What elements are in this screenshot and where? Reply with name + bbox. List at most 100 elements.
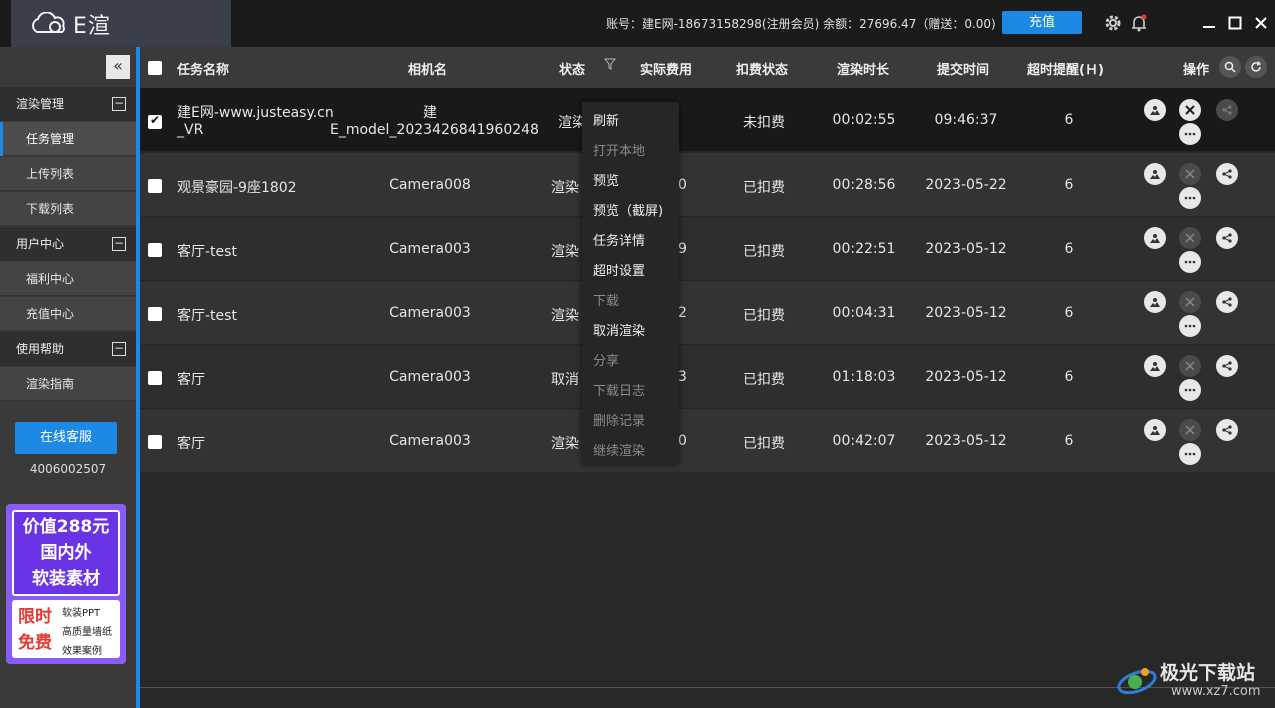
recharge-button[interactable]: 充值 xyxy=(1002,11,1082,34)
close-icon[interactable] xyxy=(1250,12,1272,34)
sidebar-item-task-management[interactable]: 任务管理 xyxy=(0,122,136,156)
row-checkbox[interactable] xyxy=(148,179,162,193)
menu-item-share[interactable]: 分享 xyxy=(593,350,619,369)
minimize-icon[interactable] xyxy=(1198,12,1220,34)
table-row[interactable]: 观景豪园-9座1802 Camera008 渲染 0 已扣费 00:28:56 … xyxy=(140,153,1275,217)
preview-image-icon[interactable] xyxy=(1144,227,1166,249)
actual-cost: 0 xyxy=(678,433,687,449)
cancel-icon[interactable] xyxy=(1179,355,1201,377)
more-icon[interactable] xyxy=(1179,187,1201,209)
menu-item-timeout-settings[interactable]: 超时设置 xyxy=(593,260,645,279)
refresh-icon[interactable] xyxy=(1245,56,1267,78)
menu-item-refresh[interactable]: 刷新 xyxy=(593,110,619,129)
menu-item-download[interactable]: 下载 xyxy=(593,290,619,309)
camera-name: Camera003 xyxy=(389,433,471,449)
col-timeout-reminder[interactable]: 超时提醒(Ｈ) xyxy=(1027,59,1104,78)
menu-item-delete-record[interactable]: 删除记录 xyxy=(593,410,645,429)
menu-item-task-details[interactable]: 任务详情 xyxy=(593,230,645,249)
promo-badge-line: 免费 xyxy=(18,633,52,653)
row-checkbox[interactable] xyxy=(148,243,162,257)
collapse-group-icon[interactable]: − xyxy=(112,342,126,356)
task-name: 客厅 xyxy=(177,372,205,388)
menu-item-resume-render[interactable]: 继续渲染 xyxy=(593,440,645,459)
table-row[interactable]: 客厅-test Camera003 渲染 9 已扣费 00:22:51 2023… xyxy=(140,217,1275,281)
sidebar-group-render-management[interactable]: 渲染管理 − xyxy=(0,87,136,121)
row-checkbox[interactable] xyxy=(148,307,162,321)
more-icon[interactable] xyxy=(1179,379,1201,401)
task-table: 任务名称 相机名 状态 实际费用 扣费状态 渲染时长 提交时间 超时提醒(Ｈ) … xyxy=(140,47,1275,708)
more-icon[interactable] xyxy=(1179,123,1201,145)
more-icon[interactable] xyxy=(1179,251,1201,273)
online-service-button[interactable]: 在线客服 xyxy=(15,422,117,454)
preview-image-icon[interactable] xyxy=(1144,163,1166,185)
render-duration: 00:04:31 xyxy=(832,305,896,321)
sidebar-item-download-list[interactable]: 下载列表 xyxy=(0,192,136,226)
sidebar-item-label: 渲染指南 xyxy=(26,377,75,391)
col-task-name[interactable]: 任务名称 xyxy=(177,59,229,78)
sidebar-group-help[interactable]: 使用帮助 − xyxy=(0,332,136,366)
sidebar-item-upload-list[interactable]: 上传列表 xyxy=(0,157,136,191)
search-icon[interactable] xyxy=(1219,56,1241,78)
share-icon[interactable] xyxy=(1216,227,1238,249)
table-footer-divider xyxy=(140,687,1275,688)
share-icon[interactable] xyxy=(1216,291,1238,313)
bell-icon[interactable] xyxy=(1128,12,1150,34)
menu-item-open-local[interactable]: 打开本地 xyxy=(593,140,645,159)
preview-image-icon[interactable] xyxy=(1144,291,1166,313)
row-checkbox[interactable] xyxy=(148,113,162,129)
task-name: 观景豪园-9座1802 xyxy=(177,180,297,196)
sidebar-item-label: 福利中心 xyxy=(26,272,75,286)
share-icon[interactable] xyxy=(1216,99,1238,121)
col-charge-status[interactable]: 扣费状态 xyxy=(736,59,788,78)
sidebar-item-recharge-center[interactable]: 充值中心 xyxy=(0,297,136,331)
share-icon[interactable] xyxy=(1216,163,1238,185)
timeout-hours: 6 xyxy=(1064,241,1074,257)
row-checkbox[interactable] xyxy=(148,435,162,449)
collapse-group-icon[interactable]: − xyxy=(112,237,126,251)
preview-image-icon[interactable] xyxy=(1144,355,1166,377)
maximize-icon[interactable] xyxy=(1224,12,1246,34)
col-actual-cost[interactable]: 实际费用 xyxy=(640,59,692,78)
cancel-icon[interactable] xyxy=(1179,419,1201,441)
table-row[interactable]: 客厅 Camera003 取消 3 已扣费 01:18:03 2023-05-1… xyxy=(140,345,1275,409)
more-icon[interactable] xyxy=(1179,443,1201,465)
collapse-group-icon[interactable]: − xyxy=(112,97,126,111)
row-checkbox[interactable] xyxy=(148,371,162,385)
cancel-icon[interactable] xyxy=(1179,163,1201,185)
collapse-sidebar-button[interactable]: « xyxy=(106,55,130,79)
timeout-hours: 6 xyxy=(1064,433,1074,449)
promo-banner[interactable]: 价值288元 国内外 软装素材 限时 免费 软装PPT 高质量墙纸 效果案例 xyxy=(6,504,126,664)
menu-item-preview[interactable]: 预览 xyxy=(593,170,619,189)
gear-icon[interactable] xyxy=(1102,12,1124,34)
sidebar-item-render-guide[interactable]: 渲染指南 xyxy=(0,367,136,401)
preview-image-icon[interactable] xyxy=(1144,419,1166,441)
cancel-icon[interactable] xyxy=(1179,291,1201,313)
col-render-duration[interactable]: 渲染时长 xyxy=(837,59,889,78)
share-icon[interactable] xyxy=(1216,355,1238,377)
menu-item-download-log[interactable]: 下载日志 xyxy=(593,380,645,399)
col-camera-name[interactable]: 相机名 xyxy=(408,59,447,78)
app-window: E渲 账号：建E网-18673158298(注册会员) 余额：27696.47（… xyxy=(0,0,1275,708)
col-submit-time[interactable]: 提交时间 xyxy=(937,59,989,78)
menu-item-preview-screenshot[interactable]: 预览（截屏) xyxy=(593,200,663,219)
cancel-icon[interactable] xyxy=(1179,99,1201,121)
filter-icon[interactable] xyxy=(603,58,617,74)
sidebar-group-user-center[interactable]: 用户中心 − xyxy=(0,227,136,261)
select-all-checkbox[interactable] xyxy=(148,61,162,75)
share-icon[interactable] xyxy=(1216,419,1238,441)
table-row[interactable]: 客厅 Camera003 渲染 0 已扣费 00:42:07 2023-05-1… xyxy=(140,409,1275,473)
timeout-hours: 6 xyxy=(1064,177,1074,193)
actual-cost: 0 xyxy=(678,177,687,193)
menu-item-cancel-render[interactable]: 取消渲染 xyxy=(593,320,645,339)
table-row[interactable]: 客厅-test Camera003 渲染 2 已扣费 00:04:31 2023… xyxy=(140,281,1275,345)
camera-name: Camera003 xyxy=(389,305,471,321)
cancel-icon[interactable] xyxy=(1179,227,1201,249)
sidebar-item-label: 充值中心 xyxy=(26,307,75,321)
table-row[interactable]: 建E网-www.justeasy.cn _VR 建 E_model_202342… xyxy=(140,88,1275,152)
promo-list-item: 软装PPT xyxy=(62,608,101,619)
col-status[interactable]: 状态 xyxy=(559,59,585,78)
preview-image-icon[interactable] xyxy=(1144,99,1166,121)
charge-status: 已扣费 xyxy=(743,308,785,324)
more-icon[interactable] xyxy=(1179,315,1201,337)
sidebar-item-welfare-center[interactable]: 福利中心 xyxy=(0,262,136,296)
